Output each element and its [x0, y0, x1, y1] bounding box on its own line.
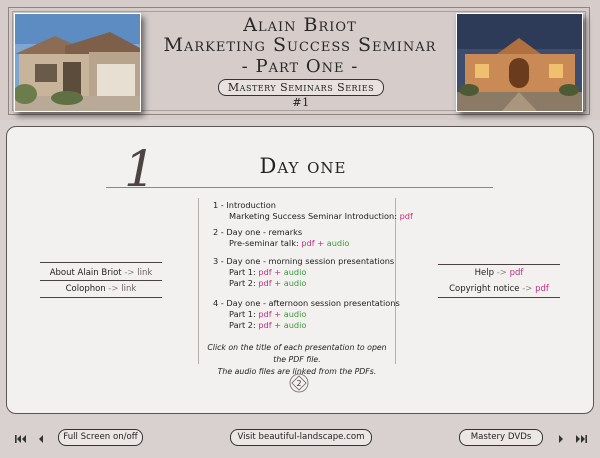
play-back-icon [39, 435, 43, 443]
item-label: Pre-seminar talk: [229, 238, 299, 248]
plus-sign: + [274, 309, 282, 319]
list-item: Part 1: pdf + audio [213, 309, 400, 319]
section-title: 3 - Day one - morning session presentati… [213, 256, 395, 266]
colophon-link-target[interactable]: link [121, 284, 136, 294]
ornament-icon: 2 [289, 373, 309, 393]
content-list: 1 - Introduction Marketing Success Semin… [198, 198, 413, 364]
about-link[interactable]: About Alain Briot -> link [40, 268, 162, 278]
pdf-link[interactable]: pdf [258, 309, 271, 319]
pdf-link[interactable]: pdf [258, 320, 271, 330]
item-label: Marketing Success Seminar Introduction: [229, 211, 397, 221]
page-number: 2 [296, 379, 301, 388]
colophon-link-label: Colophon [65, 284, 106, 294]
about-link-arrow: -> [124, 268, 135, 278]
colophon-link-arrow: -> [108, 284, 119, 294]
section-remarks: 2 - Day one - remarks Pre-seminar talk: … [213, 227, 349, 248]
day-divider [106, 187, 493, 188]
title-part: - Part One - [241, 56, 359, 77]
visit-website-button[interactable]: Visit beautiful-landscape.com [230, 429, 372, 446]
copyright-link-label: Copyright notice [449, 284, 520, 294]
list-item: Part 1: pdf + audio [213, 267, 394, 277]
audio-link[interactable]: audio [284, 309, 307, 319]
title-seminar: Marketing Success Seminar [163, 34, 437, 56]
house-photo-left [14, 13, 141, 112]
title-author: Alain Briot [243, 14, 357, 36]
about-link-label: About Alain Briot [49, 268, 122, 278]
plus-sign: + [317, 238, 325, 248]
left-links-bottom-rule [40, 297, 162, 298]
left-links-mid-rule [40, 280, 162, 281]
mastery-dvds-button[interactable]: Mastery DVDs [459, 429, 543, 446]
help-link-arrow: -> [496, 268, 507, 278]
list-item: Part 2: pdf + audio [213, 278, 394, 288]
last-page-button[interactable] [574, 430, 588, 443]
fullscreen-toggle-button[interactable]: Full Screen on/off [58, 429, 143, 446]
copyright-link[interactable]: Copyright notice -> pdf [438, 284, 560, 294]
item-label: Part 1: [229, 309, 256, 319]
help-link[interactable]: Help -> pdf [438, 268, 560, 278]
header: Alain Briot Marketing Success Seminar - … [0, 0, 600, 120]
pdf-link[interactable]: pdf [258, 267, 271, 277]
right-links-top-rule [438, 264, 560, 265]
audio-link[interactable]: audio [284, 267, 307, 277]
first-page-button[interactable] [14, 430, 28, 443]
right-links-bottom-rule [438, 297, 560, 298]
section-afternoon: 4 - Day one - afternoon session presenta… [213, 298, 400, 330]
plus-sign: + [274, 267, 282, 277]
item-label: Part 2: [229, 320, 256, 330]
note-line-1: Click on the title of each presentation … [207, 343, 387, 364]
day-title: Day one [259, 154, 347, 178]
left-links-top-rule [40, 262, 162, 263]
section-title: 2 - Day one - remarks [213, 227, 303, 237]
list-item: Pre-seminar talk: pdf + audio [213, 238, 349, 248]
item-label: Part 2: [229, 278, 256, 288]
help-link-label: Help [474, 268, 494, 278]
day-number: 1 [124, 140, 156, 198]
copyright-link-arrow: -> [522, 284, 533, 294]
section-introduction: 1 - Introduction Marketing Success Semin… [213, 200, 413, 221]
audio-link[interactable]: audio [284, 278, 307, 288]
skip-back-icon [15, 435, 26, 443]
next-page-button[interactable] [554, 430, 568, 443]
list-item: Part 2: pdf + audio [213, 320, 400, 330]
audio-link[interactable]: audio [327, 238, 350, 248]
pdf-link[interactable]: pdf [400, 211, 413, 221]
house-photo-right [456, 13, 583, 112]
plus-sign: + [274, 278, 282, 288]
pdf-link[interactable]: pdf [301, 238, 314, 248]
colophon-link[interactable]: Colophon -> link [40, 284, 162, 294]
section-title: 1 - Introduction [213, 200, 276, 210]
previous-page-button[interactable] [36, 430, 50, 443]
plus-sign: + [274, 320, 282, 330]
audio-link[interactable]: audio [284, 320, 307, 330]
section-title: 4 - Day one - afternoon session presenta… [213, 298, 400, 308]
skip-forward-icon [576, 435, 587, 443]
section-morning: 3 - Day one - morning session presentati… [213, 256, 394, 288]
play-forward-icon [559, 435, 563, 443]
copyright-link-target[interactable]: pdf [535, 284, 549, 294]
pdf-link[interactable]: pdf [258, 278, 271, 288]
about-link-target[interactable]: link [137, 268, 152, 278]
item-label: Part 1: [229, 267, 256, 277]
help-link-target[interactable]: pdf [510, 268, 524, 278]
series-badge: Mastery Seminars Series #1 [218, 79, 384, 109]
list-item: Marketing Success Seminar Introduction: … [213, 211, 413, 221]
page-number-ornament: 2 [289, 373, 309, 393]
